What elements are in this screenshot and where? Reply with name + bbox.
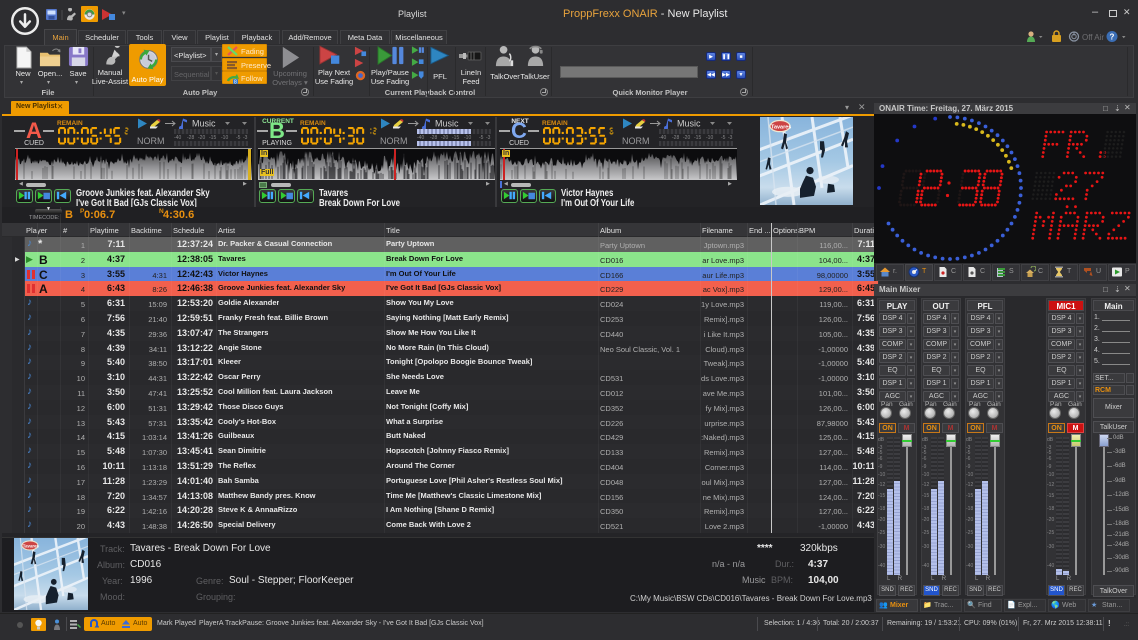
svg-text:?: ? [1110, 33, 1115, 42]
svg-text:Music: Music [677, 119, 701, 129]
svg-text:Off Air: Off Air [1082, 33, 1104, 42]
svg-text:Music: Music [435, 119, 459, 129]
svg-text:8: 8 [234, 80, 237, 85]
svg-text:Music: Music [192, 119, 216, 129]
svg-text:Tavares: Tavares [23, 543, 40, 548]
svg-text:Tavares: Tavares [771, 125, 791, 131]
